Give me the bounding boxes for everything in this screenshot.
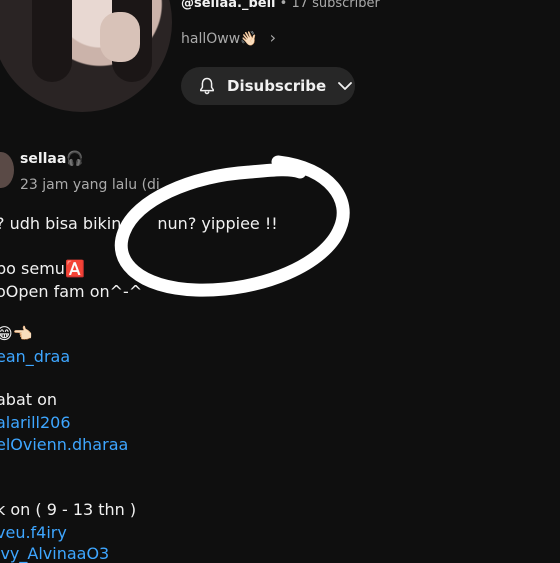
mention-link[interactable]: veu.f4iry [0, 523, 67, 542]
mention-link[interactable]: lvy_AlvinaaO3 [0, 544, 109, 563]
avatar-hair [32, 0, 72, 82]
comment-line: po semu🅰️ [0, 259, 85, 278]
comment-text: ? udh bisa bikin [0, 214, 122, 233]
chevron-right-icon: › [269, 28, 276, 47]
comment-timestamp: 23 jam yang lalu (di [20, 177, 160, 193]
comment-author-avatar[interactable] [0, 152, 14, 188]
comment-line: abat on [0, 390, 58, 409]
avatar-hand [100, 12, 140, 62]
mention-link[interactable]: ean_draa [0, 347, 70, 366]
comment-line: oOpen fam on^-^ [0, 282, 143, 301]
comment-text: nun? yippiee !! [157, 214, 278, 233]
separator: • [275, 0, 292, 11]
subscribed-button[interactable]: Disubscribe [181, 67, 355, 105]
channel-handle[interactable]: @sellaa._bell [181, 0, 276, 11]
comment-line: 😁👈🏻 [0, 324, 33, 343]
bell-icon [200, 77, 214, 95]
mention-link[interactable]: alarill206 [0, 413, 71, 432]
channel-avatar[interactable] [0, 0, 172, 112]
chevron-down-icon [338, 82, 353, 90]
channel-meta: @sellaa._bell • 17 subscriber [181, 0, 380, 11]
subscriber-count: 17 subscriber [291, 0, 380, 11]
comment-line: ? udh bisa bikin nun? yippiee !! [0, 214, 278, 233]
mention-link[interactable]: elOvienn.dharaa [0, 435, 128, 454]
subscribed-label: Disubscribe [227, 77, 327, 95]
comment-author[interactable]: sellaa🎧 [20, 151, 84, 167]
channel-description[interactable]: hallOww👋🏻 › [181, 28, 276, 47]
channel-description-text: hallOww👋🏻 [181, 31, 258, 47]
comment-line: k on ( 9 - 13 thn ) [0, 500, 137, 519]
